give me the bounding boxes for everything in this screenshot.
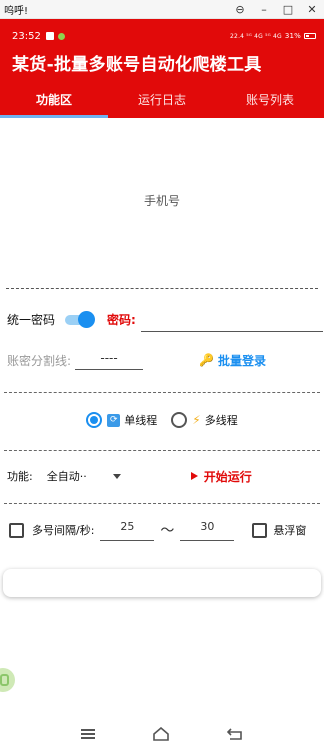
single-thread-label: 单线程 [124,414,158,427]
menu-icon[interactable] [81,728,95,739]
thread-mode-row: ⟳ 单线程 ⚡ 多线程 [0,409,324,431]
divider [4,450,320,451]
system-nav-bar [0,720,324,747]
home-icon[interactable] [153,726,169,741]
tab-bar: 功能区 运行日志 账号列表 [0,84,324,118]
single-thread-radio[interactable] [86,412,103,428]
bolt-icon: ⚡ [192,413,201,427]
function-select[interactable]: 全自动·· [47,468,105,484]
app-notification-icon [57,32,65,40]
divider [4,392,320,393]
tab-run-log[interactable]: 运行日志 [108,84,216,118]
status-time: 23:52 [12,30,41,42]
batch-login-label: 批量登录 [218,353,267,368]
help-button[interactable]: ⊖ [228,0,252,19]
password-row: 统一密码 密码: [7,308,323,332]
tab-account-list[interactable]: 账号列表 [216,84,324,118]
password-label: 密码: [107,312,136,327]
window-title: 呜呼! [4,5,29,17]
multi-thread-radio[interactable] [171,412,188,428]
battery-icon [304,33,316,39]
unified-password-toggle[interactable] [65,311,96,328]
floating-ball-glyph [0,674,9,686]
range-tilde: ～ [160,523,175,539]
maximize-button[interactable]: □ [276,0,300,19]
close-button[interactable]: ✕ [300,0,324,19]
password-input[interactable] [140,312,323,332]
start-button[interactable]: 开始运行 [190,468,252,485]
batch-login-button[interactable]: 🔑 批量登录 [199,352,266,369]
phone-input-placeholder[interactable]: 手机号 [0,192,324,209]
minimize-button[interactable]: – [252,0,276,19]
interval-to-input[interactable]: 30 [180,519,235,541]
unified-password-label: 统一密码 [7,312,56,327]
function-label: 功能: [7,470,33,483]
interval-from-input[interactable]: 25 [100,519,155,541]
notification-icon [45,32,54,40]
window-title-bar: 呜呼! ⊖ – □ ✕ [0,0,324,19]
function-row: 功能: 全自动·· 开始运行 [7,466,323,486]
interval-label: 多号间隔/秒: [32,524,95,537]
phone-input-underline [6,288,318,289]
app-header: 23:52 22.4 ⁵ᴳ 4G ⁵ᴳ 4G 31% 某货-批量多账号自动化爬楼… [0,19,324,118]
separator-input[interactable]: ---- [75,350,144,370]
interval-row: 多号间隔/秒: 25 ～ 30 悬浮窗 [9,518,324,542]
sync-icon: ⟳ [107,413,121,427]
toggle-knob [78,311,96,328]
float-window-label: 悬浮窗 [273,524,307,537]
floating-ball-icon[interactable] [0,668,15,692]
key-icon: 🔑 [199,353,214,367]
status-right: 22.4 ⁵ᴳ 4G ⁵ᴳ 4G 31% [230,32,316,40]
multi-thread-label: 多线程 [204,414,238,427]
play-icon [190,472,198,480]
interval-checkbox[interactable] [9,522,24,538]
signal-text: 22.4 ⁵ᴳ 4G ⁵ᴳ 4G [230,32,282,40]
separator-label: 账密分割线: [7,353,72,368]
separator-row: 账密分割线: ---- 🔑 批量登录 [7,350,323,370]
battery-text: 31% [284,32,301,40]
tab-functions[interactable]: 功能区 [0,84,108,118]
float-window-checkbox[interactable] [252,522,268,538]
status-bar: 23:52 22.4 ⁵ᴳ 4G ⁵ᴳ 4G 31% [12,29,316,43]
chevron-down-icon[interactable] [112,473,121,479]
start-label: 开始运行 [203,469,252,484]
back-icon[interactable] [227,727,243,741]
log-card [3,569,321,597]
app-title: 某货-批量多账号自动化爬楼工具 [12,55,262,75]
divider [4,503,320,504]
